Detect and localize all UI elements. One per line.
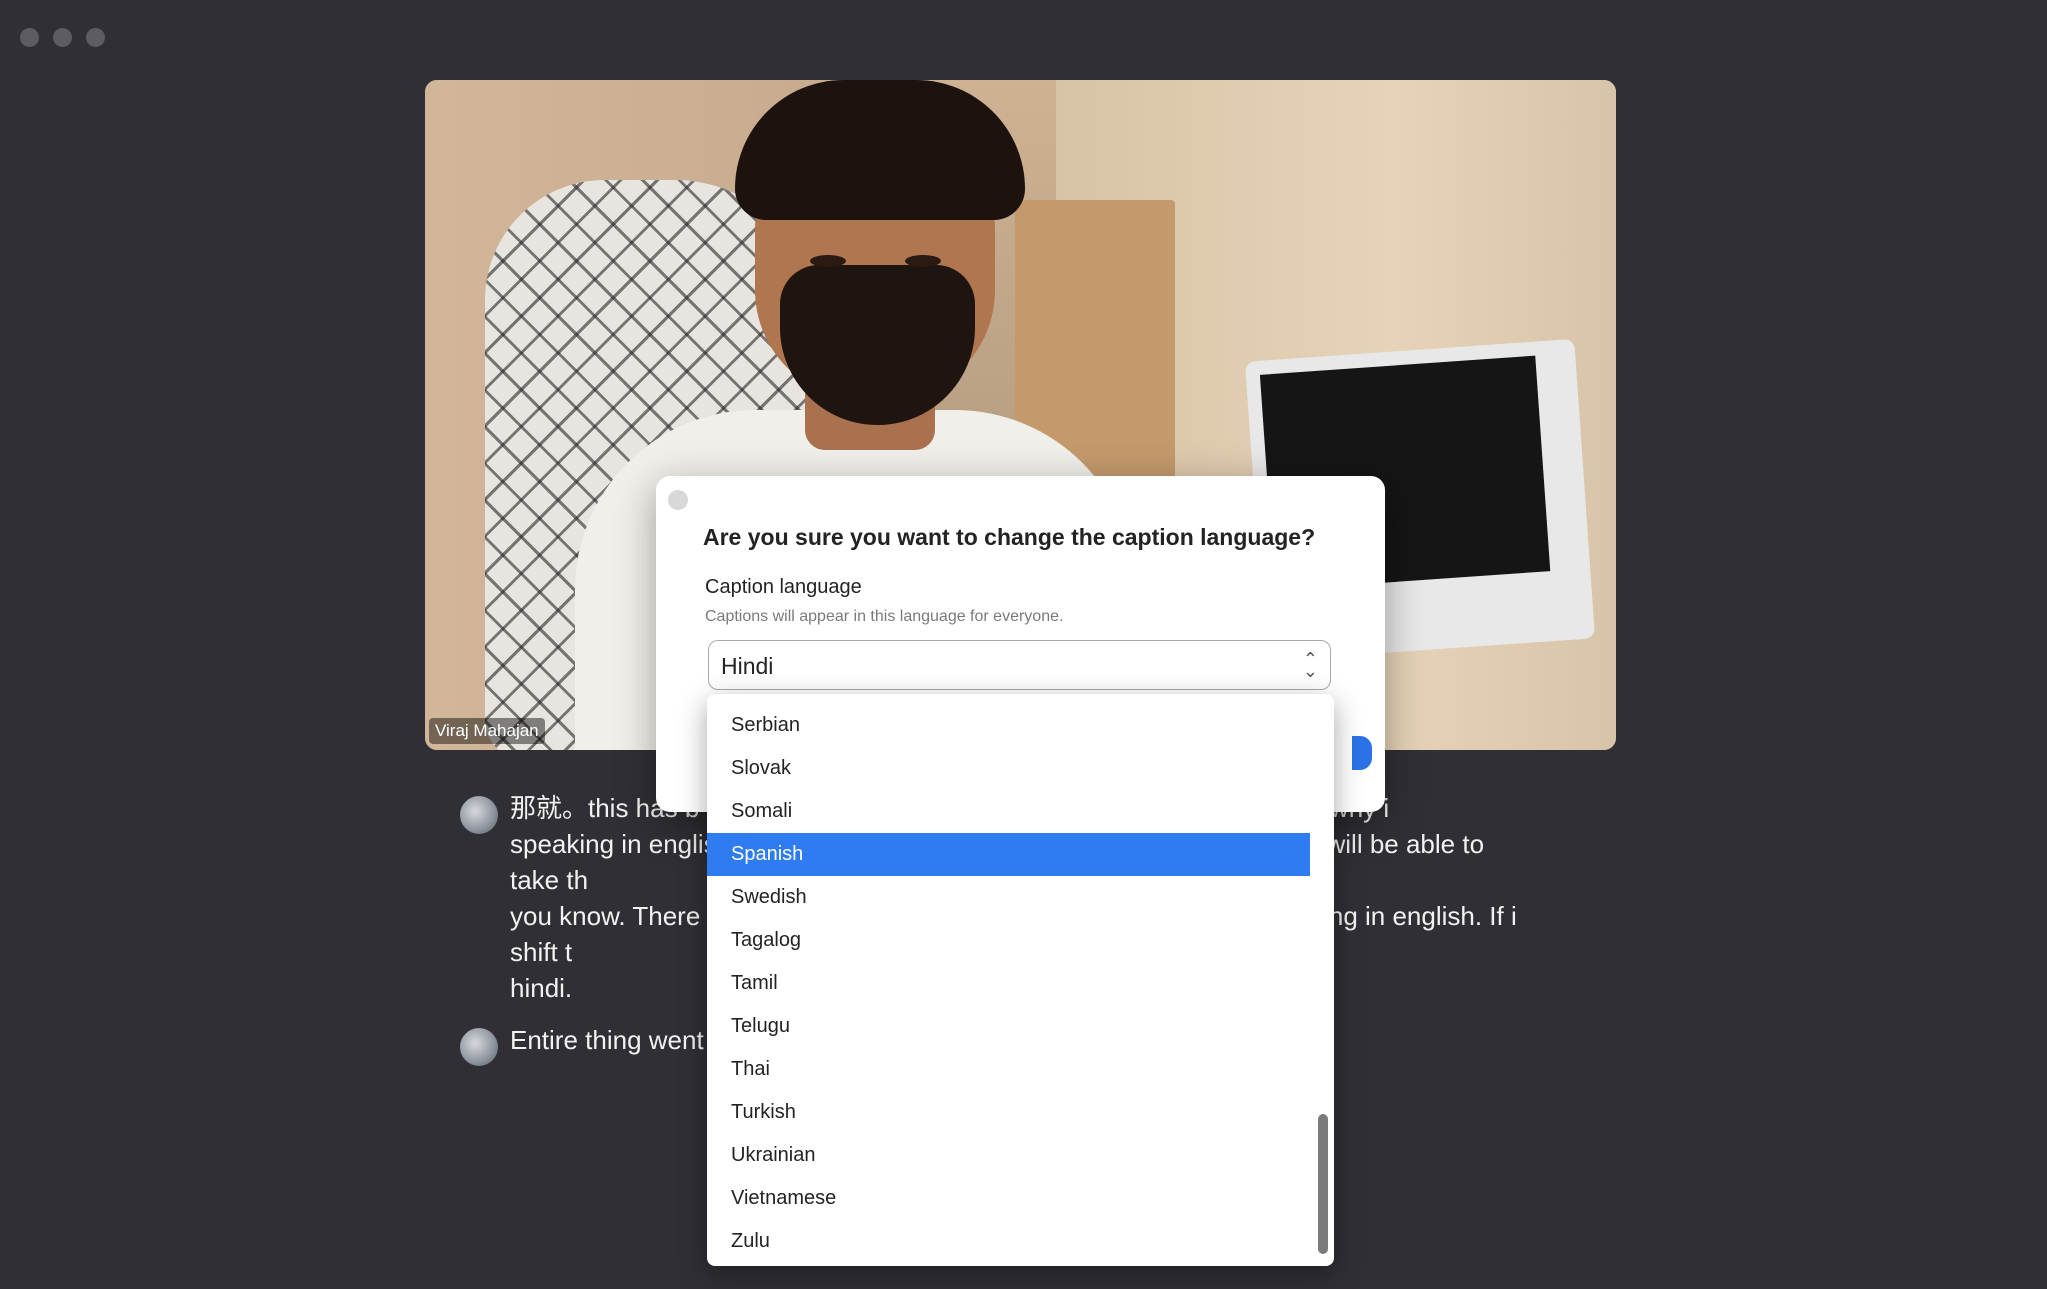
confirm-button[interactable] (1352, 736, 1372, 770)
language-option[interactable]: Tamil (707, 962, 1310, 1005)
language-option[interactable]: Turkish (707, 1091, 1310, 1134)
window-controls (20, 28, 105, 47)
selected-language: Hindi (721, 653, 774, 679)
language-option[interactable]: Spanish (707, 833, 1310, 876)
language-option[interactable]: Telugu (707, 1005, 1310, 1048)
language-option[interactable]: Swedish (707, 876, 1310, 919)
language-option[interactable]: Vietnamese (707, 1177, 1310, 1220)
close-window-button[interactable] (20, 28, 39, 47)
avatar (460, 1028, 498, 1066)
language-option[interactable]: Serbian (707, 704, 1310, 747)
caption-language-hint: Captions will appear in this language fo… (705, 608, 1064, 625)
caption-language-label: Caption language (705, 576, 862, 598)
chevron-updown-icon: ⌃ ⌄ (1302, 649, 1318, 681)
language-option[interactable]: Zulu (707, 1220, 1310, 1263)
language-option[interactable]: Thai (707, 1048, 1310, 1091)
language-option[interactable]: Somali (707, 790, 1310, 833)
participant-name-tag: Viraj Mahajan (429, 718, 545, 744)
close-dialog-button[interactable] (668, 490, 688, 510)
language-option[interactable]: Ukrainian (707, 1134, 1310, 1177)
minimize-window-button[interactable] (53, 28, 72, 47)
dialog-title: Are you sure you want to change the capt… (703, 524, 1316, 550)
avatar (460, 796, 498, 834)
scrollbar-thumb[interactable] (1318, 1114, 1328, 1254)
language-option[interactable]: Tagalog (707, 919, 1310, 962)
meeting-window: Viraj Mahajan 那就。this has b mes along。 I… (0, 0, 2047, 1289)
caption-text: Entire thing went (510, 1025, 704, 1055)
zoom-window-button[interactable] (86, 28, 105, 47)
language-option[interactable]: Slovak (707, 747, 1310, 790)
caption-language-select[interactable]: Hindi ⌃ ⌄ (708, 640, 1331, 690)
language-options: Serbian Slovak Somali Spanish Swedish Tagalog… (707, 694, 1334, 1263)
language-dropdown-list: Serbian Slovak Somali Spanish Swedish Tagalog… (707, 694, 1334, 1266)
